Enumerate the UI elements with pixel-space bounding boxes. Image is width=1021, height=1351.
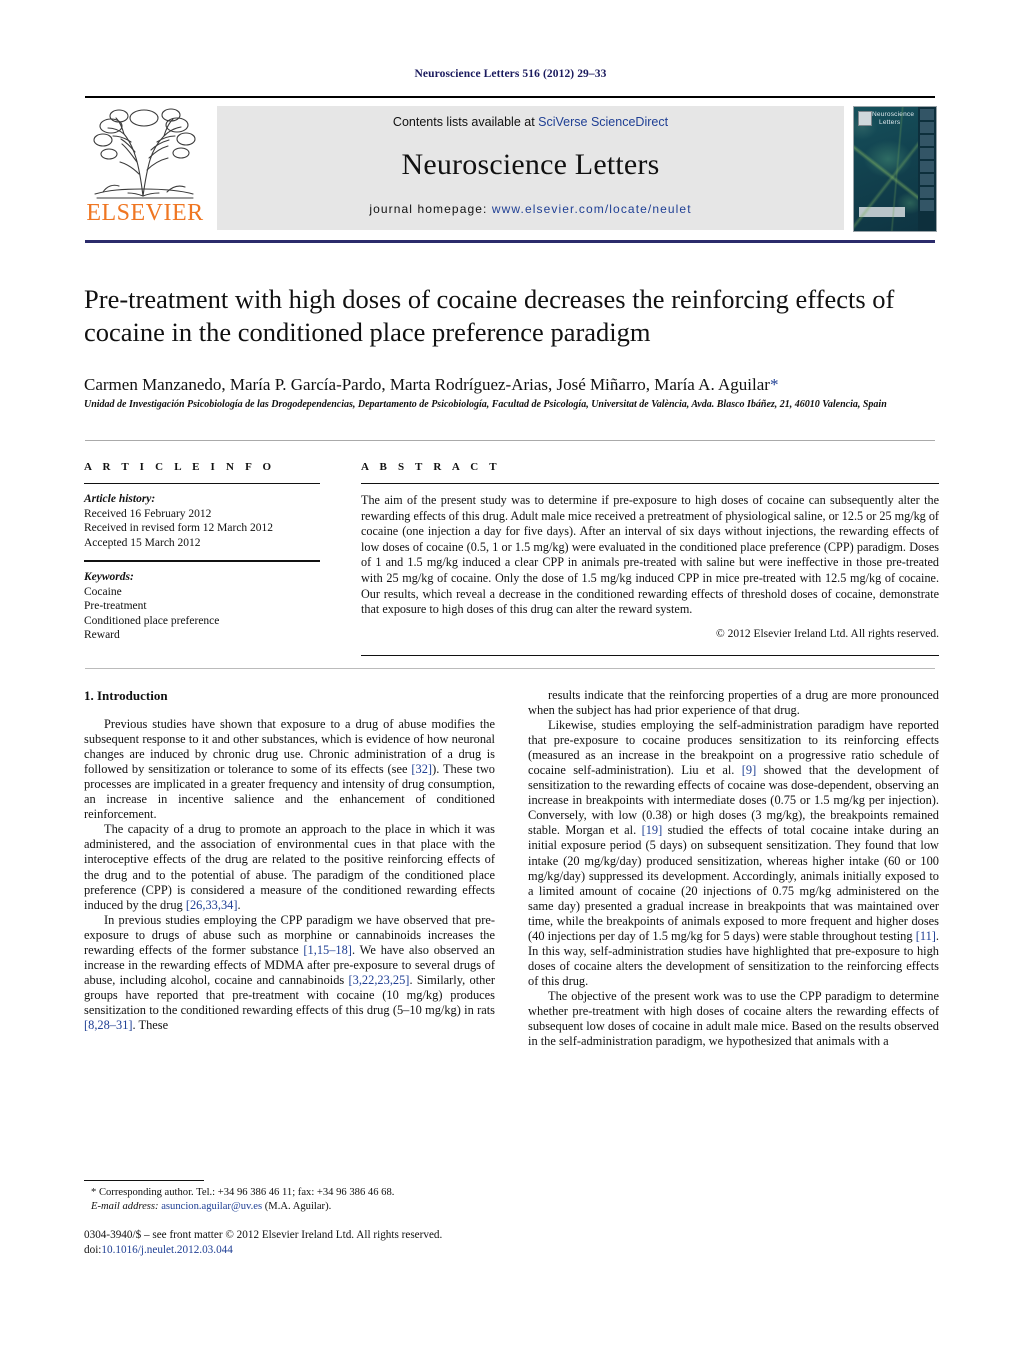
footnote-block: * Corresponding author. Tel.: +34 96 386… — [84, 1186, 504, 1213]
keywords-block: Keywords: Cocaine Pre-treatment Conditio… — [84, 570, 320, 643]
abstract-text: The aim of the present study was to dete… — [361, 493, 939, 617]
body-column-left: 1. Introduction Previous studies have sh… — [84, 688, 495, 1033]
body-paragraph: The objective of the present work was to… — [528, 988, 939, 1049]
article-history-item: Accepted 15 March 2012 — [84, 536, 201, 549]
keywords-rule — [84, 560, 320, 562]
cover-strip-swatch — [920, 109, 934, 120]
paper-page: Neuroscience Letters 516 (2012) 29–33 EL… — [0, 0, 1021, 1351]
keyword-item: Pre-treatment — [84, 600, 147, 612]
header-top-rule — [85, 96, 935, 98]
section-heading-introduction: 1. Introduction — [84, 688, 168, 703]
sciencedirect-link[interactable]: SciVerse ScienceDirect — [538, 115, 668, 129]
abstract-rule — [361, 483, 939, 484]
cover-strip-swatch — [920, 174, 934, 185]
contents-box: Contents lists available at SciVerse Sci… — [217, 106, 844, 230]
abstract-bottom-rule — [361, 655, 939, 656]
article-history-label: Article history: — [84, 493, 156, 505]
body-paragraph: The capacity of a drug to promote an app… — [84, 822, 495, 912]
elsevier-tree-icon — [93, 108, 196, 199]
homepage-url[interactable]: www.elsevier.com/locate/neulet — [492, 202, 692, 216]
footnote-rule — [84, 1180, 204, 1181]
cover-artwork: Neuroscience Letters — [854, 107, 918, 231]
cover-strip-swatch — [920, 161, 934, 172]
issn-copyright-block: 0304-3940/$ – see front matter © 2012 El… — [84, 1228, 554, 1257]
body-paragraph: Likewise, studies employing the self-adm… — [528, 718, 939, 988]
cover-title-line1: Neuroscience — [872, 111, 915, 118]
email-link[interactable]: asuncion.aguilar@uv.es — [161, 1201, 262, 1212]
body-paragraph: Previous studies have shown that exposur… — [84, 717, 496, 822]
cover-title-line2: Letters — [879, 119, 901, 126]
doi-label: doi: — [84, 1243, 102, 1256]
abstract-column: A B S T R A C T The aim of the present s… — [361, 461, 939, 640]
author-list: Carmen Manzanedo, María P. García-Pardo,… — [84, 375, 940, 395]
journal-title: Neuroscience Letters — [401, 148, 660, 181]
journal-homepage-line: journal homepage: www.elsevier.com/locat… — [217, 202, 844, 216]
elsevier-logo: ELSEVIER — [85, 106, 205, 230]
corresponding-author-marker: * — [769, 375, 779, 394]
affiliation: Unidad de Investigación Psicobiología de… — [84, 399, 887, 410]
doi-value[interactable]: 10.1016/j.neulet.2012.03.044 — [101, 1244, 232, 1256]
email-label: E-mail address: — [91, 1200, 159, 1212]
email-note: E-mail address: asuncion.aguilar@uv.es (… — [84, 1200, 504, 1214]
cover-strip-swatch — [920, 135, 934, 146]
elsevier-wordmark: ELSEVIER — [86, 200, 204, 226]
article-history-item: Received 16 February 2012 — [84, 507, 212, 520]
contents-prefix: Contents lists available at — [392, 115, 539, 129]
keyword-item: Cocaine — [84, 585, 122, 598]
cover-strip-swatch — [920, 200, 934, 211]
article-info-heading: A R T I C L E I N F O — [84, 461, 276, 473]
email-suffix: (M.A. Aguilar). — [264, 1200, 332, 1212]
title-divider — [85, 440, 935, 441]
homepage-label: journal homepage: — [369, 202, 488, 216]
cover-strip-swatch — [920, 187, 934, 198]
article-info-rule — [84, 483, 320, 484]
article-info-column: A R T I C L E I N F O Article history: R… — [84, 461, 320, 643]
abstract-heading: A B S T R A C T — [361, 461, 501, 473]
cover-title-text: Neuroscience Letters — [872, 111, 916, 127]
cover-badge-icon — [858, 111, 872, 126]
abstract-copyright: © 2012 Elsevier Ireland Ltd. All rights … — [715, 627, 939, 640]
cover-strip-swatch — [920, 148, 934, 159]
cover-white-bar — [859, 207, 905, 217]
page-title: Pre-treatment with high doses of cocaine… — [84, 284, 895, 347]
corresponding-author-note: * Corresponding author. Tel.: +34 96 386… — [91, 1187, 395, 1198]
cover-strip-swatch — [920, 122, 934, 133]
journal-header-band: ELSEVIER Contents lists available at Sci… — [85, 104, 937, 232]
body-paragraph: results indicate that the reinforcing pr… — [528, 688, 939, 718]
article-history-item: Received in revised form 12 March 2012 — [84, 522, 274, 534]
body-paragraph: In previous studies employing the CPP pa… — [84, 912, 495, 1032]
body-column-right: results indicate that the reinforcing pr… — [528, 688, 939, 1049]
keywords-label: Keywords: — [84, 571, 134, 583]
article-history-block: Article history: Received 16 February 20… — [84, 492, 320, 550]
running-head: Neuroscience Letters 516 (2012) 29–33 — [414, 68, 607, 80]
body-top-rule — [85, 668, 935, 669]
journal-cover-thumbnail: Neuroscience Letters — [853, 106, 937, 232]
contents-available-line: Contents lists available at SciVerse Sci… — [217, 115, 844, 129]
cover-side-strip — [918, 107, 936, 231]
keyword-item: Conditioned place preference — [84, 614, 220, 627]
keyword-item: Reward — [84, 629, 120, 641]
doi-line: doi:10.1016/j.neulet.2012.03.044 — [84, 1243, 554, 1258]
header-bottom-rule — [85, 240, 935, 243]
authors-text: Carmen Manzanedo, María P. García-Pardo,… — [84, 375, 770, 394]
issn-front-matter: 0304-3940/$ – see front matter © 2012 El… — [84, 1229, 443, 1241]
